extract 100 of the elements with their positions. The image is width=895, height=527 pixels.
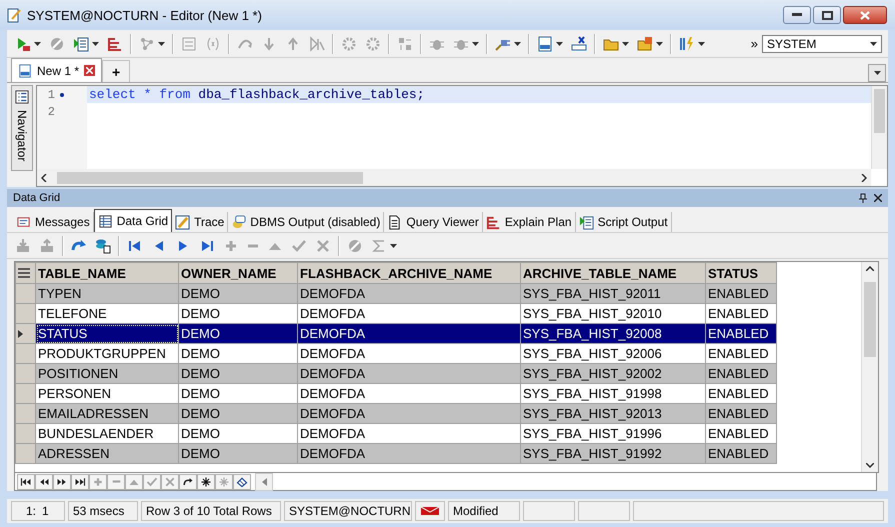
fast-forward-button[interactable] [53,474,71,490]
table-cell: STATUS [36,324,178,344]
envelope-icon [421,507,439,515]
results-tab[interactable]: Explain Plan [482,212,576,232]
column-header[interactable]: OWNER_NAME [178,262,298,284]
maximize-button[interactable] [813,6,841,24]
asterisk-button[interactable] [197,474,215,490]
parentheses-icon [205,36,221,52]
rewind-button[interactable] [35,474,53,490]
left-arrow-icon [262,478,266,486]
horizontal-scrollbar[interactable] [37,169,871,186]
table-cell: ADRESSEN [36,444,178,464]
last-button[interactable] [71,474,89,490]
minimize-button[interactable] [783,6,811,24]
overflow-button[interactable]: » [746,36,762,51]
grid-menu-icon[interactable] [18,268,30,278]
cross-icon [315,238,331,254]
caret-icon [92,42,99,46]
table-cell: DEMOFDA [298,344,520,364]
column-header[interactable]: STATUS [706,262,776,284]
database-icon [95,238,111,254]
import-icon [15,238,31,254]
cursor-column: 1 [42,504,49,518]
caret-icon [656,42,663,46]
tree-icon [486,214,501,230]
window-title: SYSTEM@NOCTURN - Editor (New 1 *) [27,8,263,22]
vertical-scrollbar[interactable] [871,86,887,169]
close-tab-button[interactable] [84,65,96,76]
close-icon [86,67,94,74]
table-cell: DEMOFDA [298,424,520,444]
table-cell: EMAILADRESSEN [36,404,178,424]
table-cell: SYS_FBA_HIST_92010 [520,304,706,324]
row-pointer-icon [18,330,23,338]
table-cell: ENABLED [706,404,776,424]
speech-bubble-icon [231,214,246,230]
results-tab[interactable]: Query Viewer [384,212,483,232]
lightning-icon [679,36,695,52]
editor-tab[interactable]: New 1 * [11,58,102,82]
edit-document-icon [6,7,22,23]
caret-icon [698,42,705,46]
close-button[interactable] [843,6,887,24]
table-cell: DEMOFDA [298,384,520,404]
column-header[interactable]: TABLE_NAME [36,262,178,284]
column-header[interactable]: ARCHIVE_TABLE_NAME [520,262,706,284]
schema-dropdown[interactable]: SYSTEM [762,34,882,52]
new-tab-button[interactable]: + [102,60,130,82]
results-tab[interactable]: Trace [172,212,228,232]
results-tab[interactable]: DBMS Output (disabled) [228,212,384,232]
results-tab[interactable]: Script Output [576,212,672,232]
caret-icon [158,42,165,46]
table-cell: SYS_FBA_HIST_91996 [520,424,706,444]
table-cell: DEMO [178,304,298,324]
vertical-scrollbar[interactable] [861,262,878,472]
horizontal-scrollbar[interactable] [255,472,273,490]
table-cell: ENABLED [706,424,776,444]
table-cell: SYS_FBA_HIST_91998 [520,384,706,404]
table-cell: TELEFONE [36,304,178,324]
results-tab[interactable]: Data Grid [94,209,172,232]
check-icon [146,476,158,488]
redo-button[interactable] [179,474,197,490]
pin-icon[interactable] [858,193,868,203]
play-icon [15,36,31,52]
caret-icon [34,42,41,46]
minimize-icon [792,13,802,17]
table-cell: SYS_FBA_HIST_92008 [520,324,706,344]
first-button[interactable] [17,474,35,490]
export-icon [39,238,55,254]
table-cell: DEMOFDA [298,324,520,344]
caret-icon [472,42,479,46]
table-cell: DEMO [178,424,298,444]
tab-list-button[interactable] [868,64,886,82]
redo-icon [182,476,194,488]
table-cell: DEMOFDA [298,444,520,464]
navigator-panel[interactable]: Navigator [11,85,33,171]
table-cell: DEMO [178,384,298,404]
table-cell: ENABLED [706,444,776,464]
disconnect-icon [571,36,587,52]
table-cell: DEMOFDA [298,404,520,424]
sigma-icon [371,238,387,254]
column-header[interactable]: FLASHBACK_ARCHIVE_NAME [298,262,520,284]
table-cell: DEMO [178,344,298,364]
editor-state: Modified [453,504,498,518]
table-cell: PRODUKTGRUPPEN [36,344,178,364]
connection-name: SYSTEM@NOCTURN [289,504,411,518]
table-cell: DEMO [178,364,298,384]
table-cell: DEMO [178,324,298,344]
caret-icon [622,42,629,46]
script-output-icon [578,214,594,230]
trace-icon [175,214,190,230]
panel-title: Data Grid [13,192,62,204]
table-cell: ENABLED [706,304,776,324]
eraser-button[interactable] [233,474,251,490]
document-icon [387,214,402,230]
table-cell: SYS_FBA_HIST_92006 [520,344,706,364]
no-entry-icon [347,238,363,254]
results-tab[interactable]: Messages [13,212,94,232]
caret-icon [390,244,397,248]
eraser-icon [236,476,248,488]
row-count: Row 3 of 10 Total Rows [146,504,272,518]
close-icon[interactable] [874,194,882,202]
